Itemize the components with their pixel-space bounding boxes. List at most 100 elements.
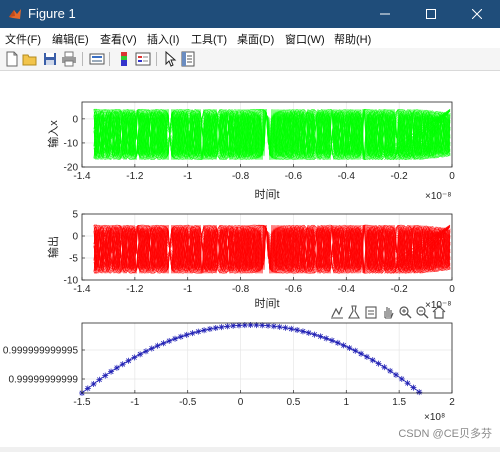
- star-marker: [201, 327, 208, 334]
- axes-2-x-exponent: ×10⁻⁸: [425, 300, 451, 311]
- star-marker: [212, 324, 219, 331]
- y-tick-label: 0: [72, 114, 78, 125]
- axes-2-xlabel: 时间t: [254, 297, 279, 310]
- star-marker: [288, 325, 295, 332]
- star-marker: [230, 322, 237, 329]
- link-icon[interactable]: [89, 51, 105, 67]
- star-marker: [340, 342, 347, 349]
- menu-help[interactable]: 帮助(H): [334, 31, 371, 47]
- print-icon[interactable]: [61, 51, 77, 67]
- star-marker: [125, 357, 132, 364]
- y-tick-label: 0.99999999999: [8, 375, 78, 386]
- star-marker: [375, 360, 382, 367]
- y-tick-label: -5: [69, 254, 78, 265]
- axes-2-ylabel: 输出: [46, 236, 60, 258]
- minimize-button[interactable]: [362, 0, 408, 28]
- figure-svg: -1.4 -1.2 -1 -0.8 -0.6 -0.4 -0.2 0 -20-100 时间t …: [3, 101, 455, 423]
- matlab-logo-icon: [9, 9, 21, 19]
- x-tick-label: -0.4: [338, 171, 356, 182]
- star-marker: [224, 323, 231, 330]
- star-marker: [142, 348, 149, 355]
- star-marker: [119, 361, 126, 368]
- x-tick-label: -1.5: [73, 397, 91, 408]
- star-marker: [96, 376, 103, 383]
- menu-view[interactable]: 查看(V): [100, 31, 137, 47]
- watermark: CSDN @CE贝多芬: [398, 428, 492, 440]
- star-marker: [398, 375, 405, 382]
- x-tick-label: -0.6: [285, 284, 303, 295]
- save-axes-icon[interactable]: [364, 305, 378, 319]
- minimize-icon: [380, 13, 390, 15]
- star-marker: [154, 342, 161, 349]
- x-tick-label: 2: [449, 397, 455, 408]
- x-tick-label: -0.2: [391, 284, 409, 295]
- star-marker: [358, 350, 365, 357]
- pan-icon[interactable]: [381, 305, 395, 319]
- star-marker: [218, 324, 225, 331]
- x-tick-label: 0: [238, 397, 244, 408]
- legend-icon[interactable]: [135, 51, 151, 67]
- star-marker: [305, 329, 312, 336]
- close-button[interactable]: [454, 0, 500, 28]
- axes-1-xlabel: 时间t: [254, 188, 279, 201]
- data-tip-icon[interactable]: [347, 305, 361, 319]
- x-tick-label: -1.2: [126, 171, 144, 182]
- menu-insert[interactable]: 插入(I): [147, 31, 179, 47]
- star-marker: [172, 335, 179, 342]
- close-icon: [472, 9, 482, 19]
- menu-desktop[interactable]: 桌面(D): [237, 31, 274, 47]
- star-marker: [299, 328, 306, 335]
- star-marker: [346, 344, 353, 351]
- star-marker: [381, 364, 388, 371]
- star-marker: [102, 372, 109, 379]
- x-tick-label: 0: [449, 171, 455, 182]
- star-marker: [276, 323, 283, 330]
- y-tick-label: -20: [64, 163, 79, 174]
- star-marker: [392, 371, 399, 378]
- star-marker: [148, 345, 155, 352]
- menu-file[interactable]: 文件(F): [5, 31, 41, 47]
- axes-3-y-ticks: 0.999999999995 0.99999999999: [3, 346, 85, 386]
- star-marker: [189, 330, 196, 337]
- axes-1[interactable]: -1.4 -1.2 -1 -0.8 -0.6 -0.4 -0.2 0 -20-100 时间t …: [46, 101, 455, 202]
- menu-edit[interactable]: 编辑(E): [52, 31, 89, 47]
- axes-3[interactable]: -1.5 -1 -0.5 0 0.5 1 1.5 2 0.9999999999950.9999…: [3, 322, 455, 423]
- x-tick-label: -1: [130, 397, 139, 408]
- star-marker: [131, 354, 138, 361]
- x-tick-label: 0.5: [286, 397, 300, 408]
- star-marker: [387, 367, 394, 374]
- open-icon[interactable]: [22, 51, 38, 67]
- axes-3-x-exponent: ×10⁸: [424, 412, 445, 423]
- title-bar: Figure 1: [0, 0, 500, 28]
- menu-tools[interactable]: 工具(T): [191, 31, 227, 47]
- x-tick-label: 1: [344, 397, 350, 408]
- save-icon[interactable]: [42, 51, 58, 67]
- y-tick-label: 5: [72, 210, 78, 221]
- x-tick-label: -1: [183, 171, 192, 182]
- brush-icon[interactable]: [330, 305, 344, 319]
- star-marker: [160, 340, 167, 347]
- star-marker: [206, 326, 213, 333]
- menu-window[interactable]: 窗口(W): [285, 31, 325, 47]
- x-tick-label: -1: [183, 284, 192, 295]
- x-tick-label: -0.8: [232, 171, 250, 182]
- x-tick-label: -0.4: [338, 284, 356, 295]
- x-tick-label: -0.2: [391, 171, 409, 182]
- edit-plot-icon[interactable]: [162, 51, 178, 67]
- colorbar-icon[interactable]: [116, 51, 132, 67]
- x-tick-label: -0.8: [232, 284, 250, 295]
- star-marker: [90, 380, 97, 387]
- menu-bar: 文件(F) 编辑(E) 查看(V) 插入(I) 工具(T) 桌面(D) 窗口(W…: [0, 28, 500, 49]
- maximize-button[interactable]: [408, 0, 454, 28]
- toolbar-separator: [109, 52, 110, 66]
- axes-2-output-curves: [93, 224, 451, 275]
- y-tick-label: 0: [72, 232, 78, 243]
- property-inspector-icon[interactable]: [180, 51, 196, 67]
- axes-1-x-exponent: ×10⁻⁸: [425, 191, 451, 202]
- zoom-in-icon[interactable]: [398, 305, 412, 319]
- axes-2[interactable]: -1.4 -1.2 -1 -0.8 -0.6 -0.4 -0.2 0 -10-505 时间t …: [46, 210, 455, 312]
- star-marker: [416, 389, 423, 396]
- star-marker: [410, 384, 417, 391]
- new-figure-icon[interactable]: [4, 51, 20, 67]
- star-marker: [265, 322, 272, 329]
